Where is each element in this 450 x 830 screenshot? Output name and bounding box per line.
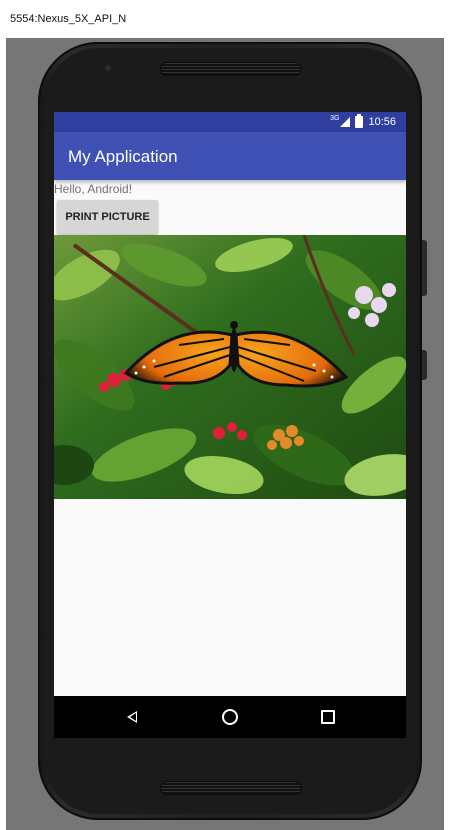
app-toolbar: My Application [54, 132, 406, 180]
status-time: 10:56 [368, 116, 396, 128]
recents-button[interactable] [317, 706, 339, 728]
home-icon [222, 709, 238, 725]
butterfly-picture [54, 235, 406, 499]
navigation-bar [54, 696, 406, 738]
window-border-left [0, 38, 6, 830]
emulator-titlebar: 5554:Nexus_5X_API_N [0, 0, 450, 39]
app-title: My Application [68, 147, 178, 166]
battery-icon [355, 114, 364, 128]
volume-button[interactable] [422, 240, 427, 296]
power-button[interactable] [422, 350, 427, 380]
emulator-window-title: 5554:Nexus_5X_API_N [10, 13, 127, 25]
window-border-right [444, 38, 450, 830]
status-icons: 3G 10:56 [330, 114, 396, 130]
hello-text: Hello, Android! [54, 182, 133, 196]
status-bar: 3G 10:56 [54, 112, 406, 132]
back-icon [127, 711, 137, 723]
top-speaker-grille [160, 62, 302, 76]
back-button[interactable] [121, 706, 143, 728]
signal-icon [340, 117, 351, 127]
home-button[interactable] [219, 706, 241, 728]
print-picture-button[interactable]: PRINT PICTURE [57, 200, 158, 234]
bottom-speaker-grille [160, 781, 302, 795]
recents-icon [321, 710, 335, 724]
phone-screen: 3G 10:56 My Application Hello, Android! … [54, 112, 406, 738]
network-type-label: 3G [330, 114, 340, 122]
front-camera [104, 64, 112, 72]
